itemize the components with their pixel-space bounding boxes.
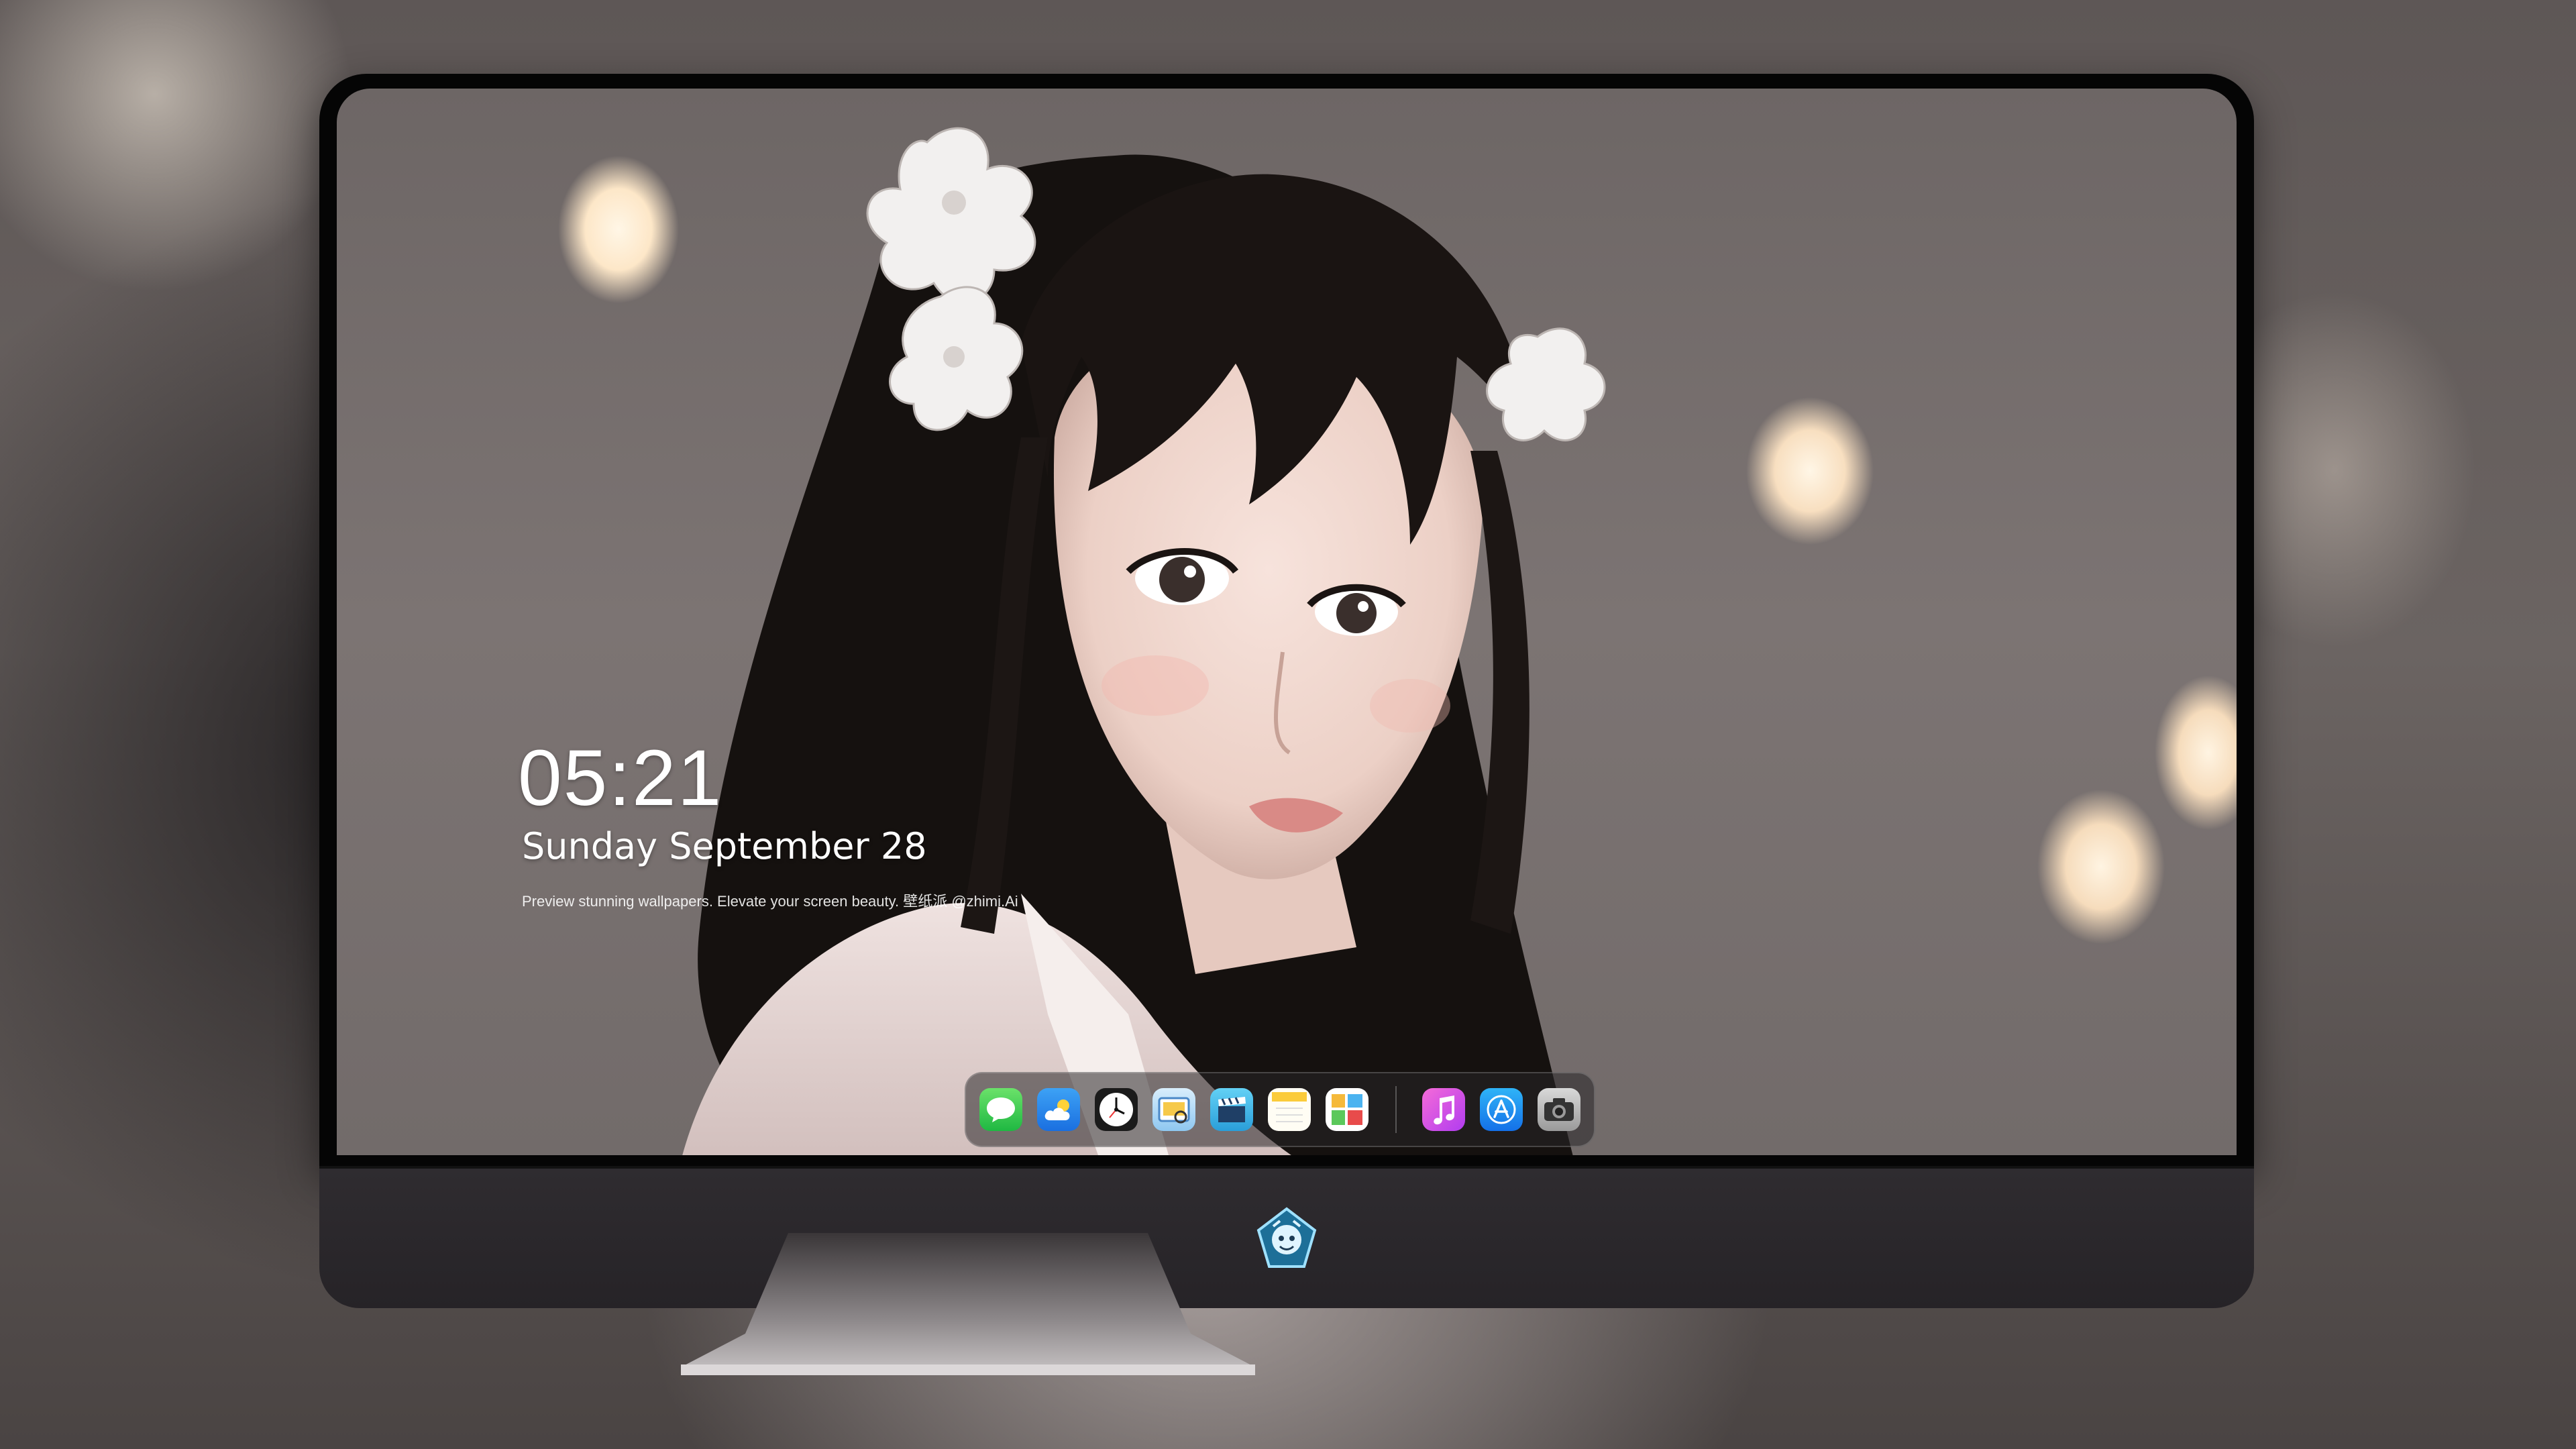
dock-divider xyxy=(1395,1086,1397,1133)
messages-icon[interactable] xyxy=(979,1088,1022,1131)
lock-screen-date: Sunday September 28 xyxy=(522,825,927,867)
dock xyxy=(965,1072,1595,1147)
clapperboard-icon[interactable] xyxy=(1210,1088,1253,1131)
lock-screen-clock: 05:21 xyxy=(518,734,723,822)
wallpaper-portrait xyxy=(682,127,1606,1155)
camera-icon[interactable] xyxy=(1538,1088,1580,1131)
weather-icon[interactable] xyxy=(1037,1088,1080,1131)
monitor-chin xyxy=(319,1166,2254,1308)
desktop-background: 05:21 Sunday September 28 Preview stunni… xyxy=(0,0,2576,1449)
monitor-bezel: 05:21 Sunday September 28 Preview stunni… xyxy=(319,74,2254,1166)
monitor: 05:21 Sunday September 28 Preview stunni… xyxy=(319,74,2254,1308)
music-note-icon[interactable] xyxy=(1422,1088,1465,1131)
brand-logo-icon xyxy=(1256,1207,1317,1268)
app-store-icon[interactable] xyxy=(1480,1088,1523,1131)
clock-icon[interactable] xyxy=(1095,1088,1138,1131)
photo-gallery-icon[interactable] xyxy=(1326,1088,1368,1131)
lock-screen[interactable]: 05:21 Sunday September 28 Preview stunni… xyxy=(337,89,2237,1155)
notes-icon[interactable] xyxy=(1268,1088,1311,1131)
photo-viewer-icon[interactable] xyxy=(1152,1088,1195,1131)
wallpaper-tagline: Preview stunning wallpapers. Elevate you… xyxy=(522,893,1018,910)
monitor-stand xyxy=(681,1233,1255,1375)
